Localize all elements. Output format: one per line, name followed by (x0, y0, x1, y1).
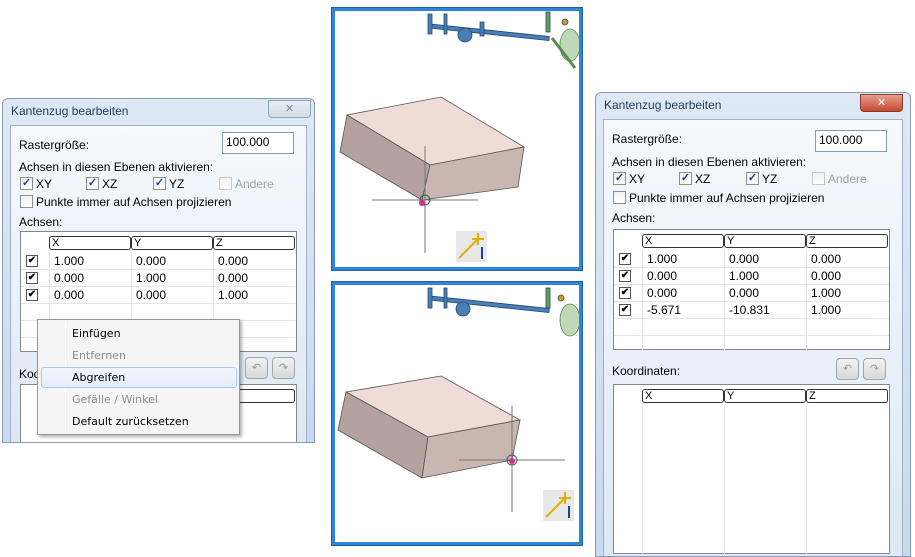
column-header-z[interactable]: Z (806, 234, 888, 248)
cell[interactable]: 1.000 (218, 288, 248, 302)
close-button[interactable]: ✕ (268, 100, 311, 118)
column-header-z[interactable]: Z (213, 236, 295, 250)
axes-label: Achsen: (19, 215, 63, 229)
row-checkbox[interactable]: ✔ (619, 304, 631, 316)
cell[interactable]: 1.000 (811, 286, 841, 300)
cell[interactable]: 0.000 (811, 269, 841, 283)
menu-item-einfuegen[interactable]: Einfügen (41, 323, 237, 344)
box-solid (339, 96, 526, 201)
row-checkbox[interactable]: ✔ (619, 270, 631, 282)
checkbox-yz[interactable]: ✓ (746, 172, 759, 185)
checkbox-andere-label: Andere (235, 177, 274, 191)
checkbox-xz[interactable]: ✓ (679, 172, 692, 185)
checkbox-andere[interactable] (812, 172, 825, 185)
raster-label: Rastergröße: (19, 138, 90, 152)
cell[interactable]: 1.000 (811, 303, 841, 317)
checkbox-yz-label: YZ (762, 172, 778, 186)
checkbox-xz-label: XZ (102, 177, 118, 191)
row-checkbox[interactable]: ✔ (619, 253, 631, 265)
checkbox-project-label: Punkte immer auf Achsen projizieren (36, 195, 232, 209)
cell[interactable]: 0.000 (136, 254, 166, 268)
menu-item-abgreifen[interactable]: Abgreifen (41, 367, 237, 388)
cell[interactable]: 0.000 (218, 271, 248, 285)
column-header-x[interactable]: X (642, 234, 724, 248)
cell[interactable]: 1.000 (136, 271, 166, 285)
3d-scene (339, 11, 581, 262)
cell[interactable]: 1.000 (54, 254, 84, 268)
cell[interactable]: -10.831 (729, 303, 770, 317)
checkbox-andere-label: Andere (828, 172, 867, 186)
row-checkbox[interactable]: ✔ (26, 289, 38, 301)
checkbox-andere[interactable] (219, 177, 232, 190)
coords-grid[interactable]: X Y Z (613, 384, 890, 555)
redo-button[interactable]: ↷ (863, 358, 886, 380)
undo-button[interactable]: ↶ (836, 358, 859, 380)
checkbox-xy-label: XY (629, 172, 646, 186)
3d-scene (337, 287, 581, 521)
redo-button[interactable]: ↷ (272, 357, 295, 379)
right-dialog: Kantenzug bearbeiten ✕ Rastergröße: 100.… (595, 92, 911, 557)
cell[interactable]: 0.000 (647, 269, 677, 283)
cell[interactable]: 0.000 (54, 271, 84, 285)
close-button[interactable]: ✕ (860, 94, 903, 112)
column-header-x[interactable]: X (642, 389, 724, 403)
cell[interactable]: 1.000 (729, 269, 759, 283)
raster-input[interactable]: 100.000 (222, 132, 294, 154)
checkbox-yz[interactable]: ✓ (153, 177, 166, 190)
cell[interactable]: 0.000 (811, 252, 841, 266)
undo-button[interactable]: ↶ (245, 357, 268, 379)
row-checkbox[interactable]: ✔ (26, 272, 38, 284)
dialog-title: Kantenzug bearbeiten (604, 98, 722, 112)
checkbox-xz-label: XZ (695, 172, 711, 186)
viewport-top[interactable] (332, 8, 582, 270)
checkbox-project[interactable] (20, 195, 33, 208)
cell[interactable]: 0.000 (136, 288, 166, 302)
cell[interactable]: 0.000 (218, 254, 248, 268)
menu-item-gefaelle-winkel[interactable]: Gefälle / Winkel (41, 389, 237, 410)
menu-item-entfernen[interactable]: Entfernen (41, 345, 237, 366)
cell[interactable]: -5.671 (647, 303, 681, 317)
checkbox-project-label: Punkte immer auf Achsen projizieren (629, 191, 825, 205)
cell[interactable]: 0.000 (729, 286, 759, 300)
menu-item-default-zuruecksetzen[interactable]: Default zurücksetzen (41, 411, 237, 432)
column-header-y[interactable]: Y (724, 234, 806, 248)
snap-icon (456, 231, 487, 262)
pipe-assembly (427, 11, 581, 69)
pipe-assembly (427, 287, 581, 337)
column-header-y[interactable]: Y (131, 236, 213, 250)
cell[interactable]: 1.000 (647, 252, 677, 266)
context-menu: Einfügen Entfernen Abgreifen Gefälle / W… (37, 319, 240, 435)
axes-label: Achsen: (612, 211, 656, 225)
raster-label: Rastergröße: (612, 132, 683, 146)
row-checkbox[interactable]: ✔ (26, 255, 38, 267)
checkbox-xz[interactable]: ✓ (86, 177, 99, 190)
axes-planes-label: Achsen in diesen Ebenen aktivieren: (612, 155, 807, 169)
dialog-title: Kantenzug bearbeiten (11, 104, 129, 118)
dialog-body: Rastergröße: 100.000 Achsen in diesen Eb… (603, 119, 903, 556)
checkbox-xy[interactable]: ✓ (613, 172, 626, 185)
viewport-bottom[interactable] (332, 282, 582, 545)
cell[interactable]: 0.000 (54, 288, 84, 302)
row-checkbox[interactable]: ✔ (619, 287, 631, 299)
checkbox-xy-label: XY (36, 177, 53, 191)
snap-icon (543, 490, 574, 521)
box-solid (337, 375, 522, 479)
cell[interactable]: 0.000 (729, 252, 759, 266)
coords-label: Koordinaten: (612, 364, 681, 378)
axes-grid[interactable]: X Y Z ✔ 1.000 0.000 0.000 ✔ 0.000 1.000 … (613, 229, 890, 350)
raster-input[interactable]: 100.000 (815, 130, 887, 152)
checkbox-xy[interactable]: ✓ (20, 177, 33, 190)
checkbox-project[interactable] (613, 191, 626, 204)
column-header-x[interactable]: X (49, 236, 131, 250)
axes-planes-label: Achsen in diesen Ebenen aktivieren: (19, 160, 214, 174)
column-header-z[interactable]: Z (806, 389, 888, 403)
column-header-y[interactable]: Y (724, 389, 806, 403)
cell[interactable]: 0.000 (647, 286, 677, 300)
checkbox-yz-label: YZ (169, 177, 185, 191)
